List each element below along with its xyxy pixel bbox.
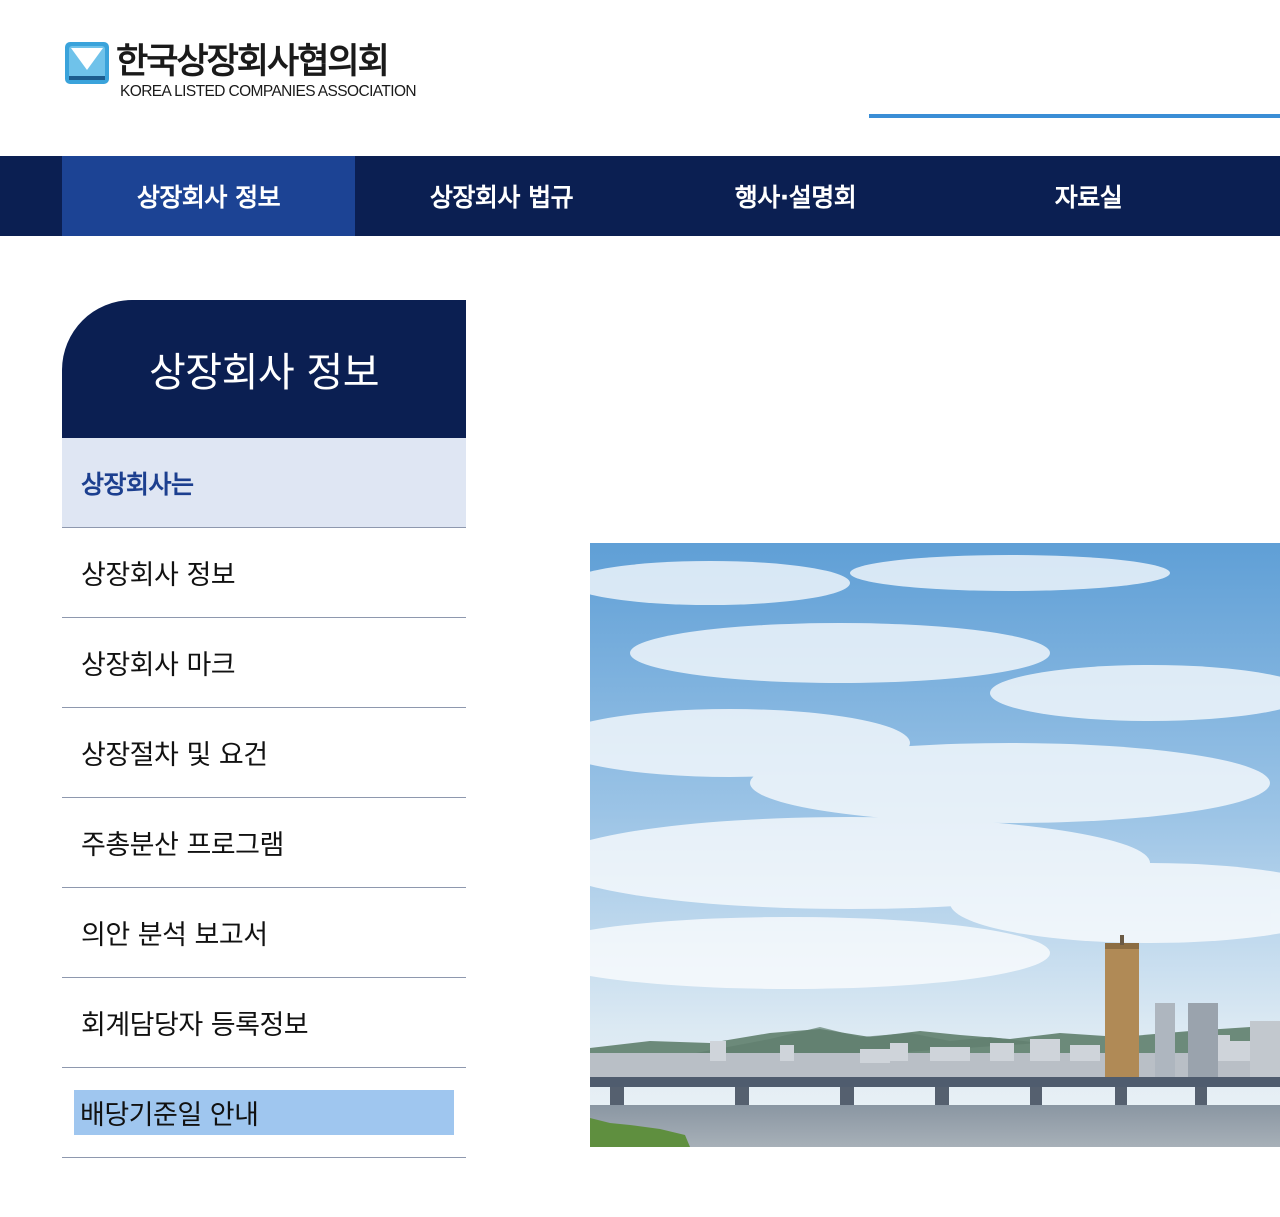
sidebar-item-label: 주총분산 프로그램	[81, 830, 284, 861]
logo-english-name: KOREA LISTED COMPANIES ASSOCIATION	[120, 83, 417, 100]
sidebar-item-company-info[interactable]: 상장회사 정보	[62, 528, 466, 618]
sidebar-item-label: 의안 분석 보고서	[81, 920, 268, 951]
nav-item-listed-company-info[interactable]: 상장회사 정보	[62, 156, 355, 236]
sidebar-item-label: 회계담당자 등록정보	[81, 1010, 309, 1041]
nav-item-archive[interactable]: 자료실	[942, 156, 1235, 236]
sidebar-item-agenda-report[interactable]: 의안 분석 보고서	[62, 888, 466, 978]
nav-item-listed-company-laws[interactable]: 상장회사 법규	[355, 156, 648, 236]
sidebar-item-agm-program[interactable]: 주총분산 프로그램	[62, 798, 466, 888]
sidebar-item-label: 상장회사 정보	[81, 560, 236, 591]
sidebar-item-company-mark[interactable]: 상장회사 마크	[62, 618, 466, 708]
sidebar-item-label: 상장절차 및 요건	[81, 740, 268, 771]
site-logo[interactable]: 한국상장회사협의회 KOREA LISTED COMPANIES ASSOCIA…	[64, 40, 417, 100]
sidebar-item-listing-procedure[interactable]: 상장절차 및 요건	[62, 708, 466, 798]
logo-korean-name: 한국상장회사협의회	[116, 42, 390, 82]
city-river-photo-icon	[590, 543, 1280, 1147]
sidebar-item-accountant-registration[interactable]: 회계담당자 등록정보	[62, 978, 466, 1068]
header-divider	[869, 114, 1280, 118]
sidebar-menu: 상장회사 정보 상장회사 마크 상장절차 및 요건 주총분산 프로그램 의안 분…	[62, 528, 466, 1158]
sidebar-subheading[interactable]: 상장회사는	[62, 438, 466, 528]
sidebar-item-label: 배당기준일 안내	[74, 1090, 454, 1135]
hero-image	[590, 543, 1280, 1147]
logo-icon	[65, 42, 109, 84]
nav-item-events[interactable]: 행사·설명회	[649, 156, 942, 236]
sidebar-title: 상장회사 정보	[62, 300, 466, 438]
sidebar-item-label: 상장회사 마크	[81, 650, 236, 681]
main-navigation: 상장회사 정보 상장회사 법규 행사·설명회 자료실	[0, 156, 1280, 236]
sidebar-item-dividend-date[interactable]: 배당기준일 안내	[62, 1068, 466, 1158]
